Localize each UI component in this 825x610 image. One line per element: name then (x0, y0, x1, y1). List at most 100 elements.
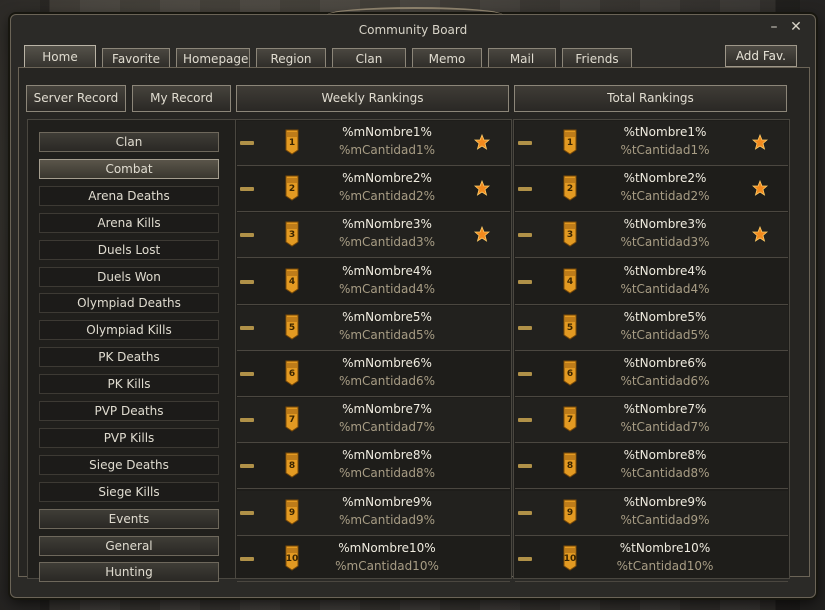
category-pvp-kills[interactable]: PVP Kills (39, 427, 219, 448)
player-name: %mNombre8% (342, 448, 432, 463)
tab-mail[interactable]: Mail (488, 48, 556, 68)
tab-friends[interactable]: Friends (562, 48, 632, 68)
player-quantity: %tCantidad2% (620, 189, 710, 204)
ranking-row[interactable]: 4 %mNombre4% %mCantidad4% (237, 260, 510, 305)
player-quantity: %mCantidad9% (338, 512, 436, 527)
category-duels-lost[interactable]: Duels Lost (39, 239, 219, 260)
player-name: %tNombre4% (623, 263, 707, 278)
trend-dash-icon (518, 556, 532, 561)
player-quantity: %mCantidad2% (338, 189, 436, 204)
player-name: %tNombre6% (623, 356, 707, 370)
category-arena-kills[interactable]: Arena Kills (39, 212, 219, 233)
trend-dash-icon (240, 510, 254, 515)
category-arena-deaths[interactable]: Arena Deaths (39, 185, 219, 206)
tab-favorite[interactable]: Favorite (102, 48, 170, 68)
window-title: Community Board (358, 23, 468, 37)
total-rankings-header: Total Rankings (514, 85, 787, 112)
tab-memo[interactable]: Memo (412, 48, 482, 68)
category-list: Clan Combat Arena Deaths Arena Kills Duels L… (27, 119, 238, 583)
category-pk-kills[interactable]: PK Kills (39, 374, 219, 395)
category-siege-deaths[interactable]: Siege Deaths (39, 454, 219, 475)
star-icon (751, 226, 769, 243)
weekly-rankings-list: 1 %mNombre1% %mCantidad1% 2 %mNombre2% %mCant… (235, 119, 512, 582)
player-quantity: %mCantidad1% (338, 143, 436, 157)
player-quantity: %tCantidad5% (620, 327, 710, 342)
category-combat[interactable]: Combat (39, 158, 219, 179)
ranking-row[interactable]: 6 %tNombre6% %tCantidad6% (515, 352, 788, 397)
add-favorite-button[interactable]: Add Fav. (724, 45, 797, 67)
category-hunting[interactable]: Hunting (39, 562, 219, 583)
ranking-row[interactable]: 5 %mNombre5% %mCantidad5% (237, 305, 510, 351)
category-general[interactable]: General (39, 535, 219, 556)
trend-dash-icon (518, 233, 532, 238)
trend-dash-icon (240, 279, 254, 284)
tab-bar: Home Favorite Homepage Region Clan Memo Mail Fr… (24, 45, 638, 68)
player-quantity: %mCantidad8% (338, 466, 436, 481)
trend-dash-icon (518, 141, 532, 145)
tab-region[interactable]: Region (256, 48, 326, 68)
player-quantity: %tCantidad7% (620, 420, 710, 435)
player-quantity: %mCantidad4% (338, 281, 436, 296)
ranking-row[interactable]: 6 %mNombre6% %mCantidad6% (237, 352, 510, 397)
category-siege-kills[interactable]: Siege Kills (39, 481, 219, 502)
player-quantity: %tCantidad4% (620, 281, 710, 296)
ranking-row[interactable]: 8 %tNombre8% %tCantidad8% (515, 444, 788, 490)
ranking-row[interactable]: 10 %tNombre10% %tCantidad10% (515, 537, 788, 582)
trend-dash-icon (518, 325, 532, 330)
ranking-row[interactable]: 9 %mNombre9% %mCantidad9% (237, 490, 510, 536)
ranking-row[interactable]: 4 %tNombre4% %tCantidad4% (515, 260, 788, 305)
ranking-row[interactable]: 1 %tNombre1% %tCantidad1% (515, 121, 788, 166)
ranking-row[interactable]: 7 %tNombre7% %tCantidad7% (515, 398, 788, 444)
player-quantity: %tCantidad3% (620, 235, 710, 250)
player-name: %tNombre10% (619, 540, 711, 555)
ranking-row[interactable]: 7 %mNombre7% %mCantidad7% (237, 398, 510, 444)
player-name: %mNombre6% (342, 356, 432, 370)
category-clan[interactable]: Clan (39, 132, 219, 152)
trend-dash-icon (240, 556, 254, 561)
minimize-icon[interactable]: – (767, 19, 781, 35)
player-name: %mNombre7% (342, 402, 432, 417)
close-icon[interactable]: ✕ (789, 19, 803, 35)
player-name: %tNombre9% (623, 494, 707, 509)
category-pk-deaths[interactable]: PK Deaths (39, 347, 219, 368)
player-name: %mNombre4% (342, 263, 432, 278)
ranking-row[interactable]: 9 %tNombre9% %tCantidad9% (515, 490, 788, 536)
ranking-row[interactable]: 3 %mNombre3% %mCantidad3% (237, 213, 510, 259)
trend-dash-icon (240, 233, 254, 238)
player-quantity: %mCantidad10% (335, 558, 439, 573)
player-name: %tNombre7% (623, 402, 707, 417)
player-quantity: %mCantidad5% (338, 327, 436, 342)
star-icon (473, 180, 491, 197)
player-quantity: %mCantidad3% (338, 235, 436, 250)
ranking-row[interactable]: 5 %tNombre5% %tCantidad5% (515, 305, 788, 351)
player-name: %mNombre9% (342, 494, 432, 509)
server-record-button[interactable]: Server Record (26, 85, 126, 112)
player-quantity: %tCantidad1% (620, 143, 710, 157)
trend-dash-icon (240, 141, 254, 145)
player-name: %tNombre3% (623, 217, 707, 232)
my-record-button[interactable]: My Record (132, 85, 231, 112)
trend-dash-icon (518, 372, 532, 376)
star-icon (751, 180, 769, 197)
player-name: %tNombre2% (623, 171, 707, 186)
category-olympiad-kills[interactable]: Olympiad Kills (39, 320, 219, 341)
trend-dash-icon (240, 418, 254, 423)
category-duels-won[interactable]: Duels Won (39, 266, 219, 287)
ranking-row[interactable]: 2 %mNombre2% %mCantidad2% (237, 167, 510, 213)
trend-dash-icon (518, 464, 532, 469)
player-quantity: %mCantidad7% (338, 420, 436, 435)
category-pvp-deaths[interactable]: PVP Deaths (39, 401, 219, 421)
ranking-row[interactable]: 3 %tNombre3% %tCantidad3% (515, 213, 788, 259)
ranking-row[interactable]: 8 %mNombre8% %mCantidad8% (237, 444, 510, 490)
tab-clan[interactable]: Clan (332, 48, 406, 68)
category-events[interactable]: Events (39, 508, 219, 529)
ranking-row[interactable]: 10 %mNombre10% %mCantidad10% (237, 537, 510, 582)
tab-homepage[interactable]: Homepage (176, 48, 250, 68)
ranking-row[interactable]: 1 %mNombre1% %mCantidad1% (237, 121, 510, 166)
star-icon (751, 133, 769, 150)
tab-home[interactable]: Home (24, 45, 96, 68)
category-olympiad-deaths[interactable]: Olympiad Deaths (39, 293, 219, 314)
trend-dash-icon (240, 464, 254, 469)
ranking-row[interactable]: 2 %tNombre2% %tCantidad2% (515, 167, 788, 213)
weekly-rankings-header: Weekly Rankings (236, 85, 509, 112)
